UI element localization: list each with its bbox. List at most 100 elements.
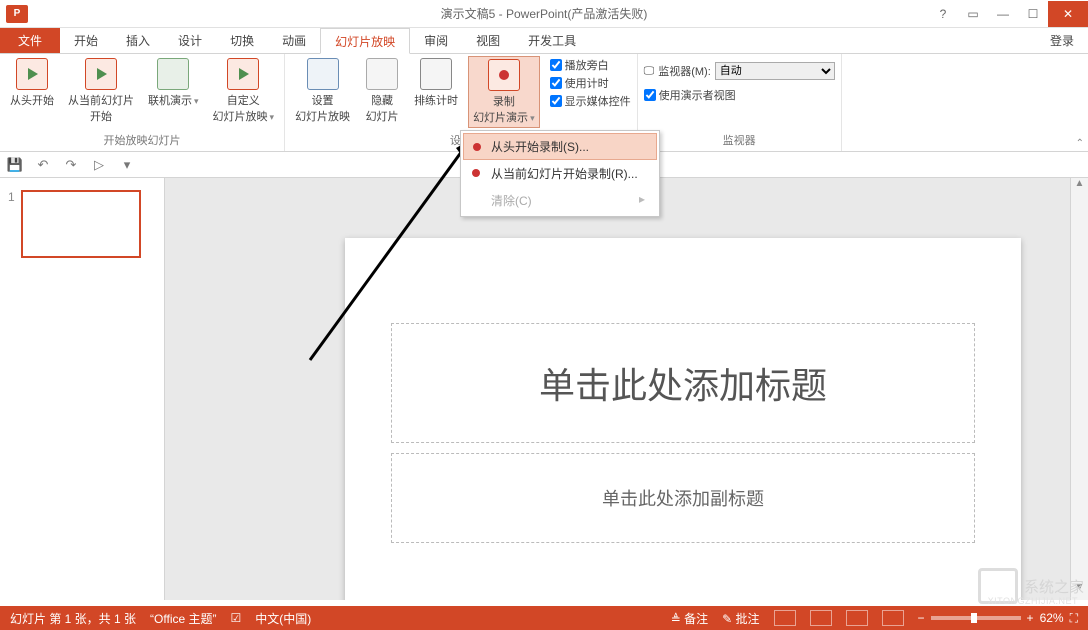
zoom-percent[interactable]: 62%	[1040, 611, 1064, 625]
vertical-scrollbar[interactable]: ▲ ▼	[1070, 178, 1088, 600]
group-label: 开始放映幻灯片	[6, 132, 278, 151]
fit-window-button[interactable]: ⛶	[1070, 611, 1078, 626]
from-current-button[interactable]: 从当前幻灯片 开始	[64, 56, 138, 126]
collapse-ribbon-button[interactable]: ⌃	[1076, 138, 1084, 149]
tab-transition[interactable]: 切换	[216, 28, 268, 53]
watermark-text: 系统之家	[1024, 576, 1084, 597]
record-icon	[469, 166, 483, 180]
qat-more-button[interactable]: ▾	[118, 156, 136, 174]
sorter-view-button[interactable]	[810, 610, 832, 626]
spellcheck-icon[interactable]: ☑	[230, 611, 241, 625]
monitor-row: 🖵 监视器(M): 自动	[644, 62, 835, 80]
undo-button[interactable]: ↶	[34, 156, 52, 174]
thumbnail-pane[interactable]: 1	[0, 178, 165, 600]
window-title: 演示文稿5 - PowerPoint(产品激活失败)	[441, 5, 648, 22]
record-slideshow-button[interactable]: 录制 幻灯片演示	[468, 56, 540, 128]
rehearse-timings-button[interactable]: 排练计时	[410, 56, 462, 110]
tab-file[interactable]: 文件	[0, 28, 60, 53]
record-dropdown-menu: 从头开始录制(S)... 从当前幻灯片开始录制(R)... 清除(C) ▸	[460, 130, 660, 217]
language-info[interactable]: 中文(中国)	[255, 610, 311, 627]
setup-slideshow-button[interactable]: 设置 幻灯片放映	[291, 56, 354, 126]
thumb-preview	[21, 190, 141, 258]
tab-review[interactable]: 审阅	[410, 28, 462, 53]
play-from-current-icon	[85, 58, 117, 90]
record-icon	[488, 59, 520, 91]
slide-canvas[interactable]: 单击此处添加标题 单击此处添加副标题	[165, 178, 1070, 600]
tab-design[interactable]: 设计	[164, 28, 216, 53]
start-show-button[interactable]: ▷	[90, 156, 108, 174]
timer-icon	[420, 58, 452, 90]
save-button[interactable]: 💾	[6, 156, 24, 174]
monitor-icon: 🖵	[644, 65, 655, 78]
play-narration-checkbox[interactable]: 播放旁白	[550, 56, 631, 74]
zoom-out-button[interactable]: −	[918, 611, 925, 625]
ribbon-group-monitor: 🖵 监视器(M): 自动 使用演示者视图 监视器	[638, 54, 842, 151]
use-presenter-view-checkbox[interactable]: 使用演示者视图	[644, 86, 736, 104]
watermark-url: XITONGZHIJIA.NET	[988, 596, 1078, 606]
monitor-label: 监视器(M):	[658, 63, 711, 79]
thumb-number: 1	[8, 190, 15, 258]
maximize-button[interactable]: ☐	[1018, 1, 1048, 27]
close-button[interactable]: ✕	[1048, 1, 1088, 27]
monitor-select[interactable]: 自动	[715, 62, 835, 80]
use-timings-checkbox[interactable]: 使用计时	[550, 74, 631, 92]
help-button[interactable]: ?	[928, 1, 958, 27]
notes-button[interactable]: ≜ 备注	[671, 610, 708, 627]
ribbon-tabs: 文件 开始 插入 设计 切换 动画 幻灯片放映 审阅 视图 开发工具 登录	[0, 28, 1088, 54]
slideshow-view-button[interactable]	[882, 610, 904, 626]
record-icon	[470, 140, 484, 154]
clear-recordings-item: 清除(C) ▸	[463, 187, 657, 214]
hide-icon	[366, 58, 398, 90]
label: 清除(C)	[491, 194, 532, 208]
show-media-controls-checkbox[interactable]: 显示媒体控件	[550, 92, 631, 110]
tab-slideshow[interactable]: 幻灯片放映	[320, 28, 410, 54]
title-placeholder[interactable]: 单击此处添加标题	[391, 323, 975, 443]
from-beginning-button[interactable]: 从头开始	[6, 56, 58, 110]
custom-show-icon	[227, 58, 259, 90]
label: 自定义 幻灯片放映	[213, 92, 275, 124]
theme-info: “Office 主题”	[150, 610, 216, 627]
slide[interactable]: 单击此处添加标题 单击此处添加副标题	[345, 238, 1021, 600]
slide-info: 幻灯片 第 1 张，共 1 张	[10, 610, 136, 627]
record-from-beginning-item[interactable]: 从头开始录制(S)...	[463, 133, 657, 160]
label: 排练计时	[414, 92, 458, 108]
label: 隐藏 幻灯片	[366, 92, 399, 124]
group-label: 监视器	[644, 132, 835, 151]
label: 从头开始录制(S)...	[491, 140, 589, 154]
comments-button[interactable]: ✎ 批注	[722, 610, 759, 627]
tab-devtools[interactable]: 开发工具	[514, 28, 590, 53]
tab-insert[interactable]: 插入	[112, 28, 164, 53]
zoom-in-button[interactable]: +	[1027, 611, 1034, 625]
tab-view[interactable]: 视图	[462, 28, 514, 53]
app-icon: P	[6, 5, 28, 23]
present-online-button[interactable]: 联机演示	[144, 56, 203, 110]
gear-icon	[307, 58, 339, 90]
globe-icon	[157, 58, 189, 90]
label: 设置 幻灯片放映	[295, 92, 350, 124]
label: 从当前幻灯片 开始	[68, 92, 134, 124]
label: 联机演示	[148, 92, 199, 108]
window-buttons: ? ▭ — ☐ ✕	[928, 1, 1088, 27]
subtitle-placeholder[interactable]: 单击此处添加副标题	[391, 453, 975, 543]
minimize-button[interactable]: —	[988, 1, 1018, 27]
redo-button[interactable]: ↷	[62, 156, 80, 174]
hide-slide-button[interactable]: 隐藏 幻灯片	[360, 56, 404, 126]
custom-slideshow-button[interactable]: 自定义 幻灯片放映	[209, 56, 279, 126]
record-from-current-item[interactable]: 从当前幻灯片开始录制(R)...	[463, 160, 657, 187]
signin-link[interactable]: 登录	[1036, 28, 1088, 53]
label: 录制 幻灯片演示	[473, 93, 535, 125]
scroll-up-icon[interactable]: ▲	[1071, 178, 1088, 196]
zoom-slider[interactable]	[931, 616, 1021, 620]
ribbon-group-start: 从头开始 从当前幻灯片 开始 联机演示 自定义 幻灯片放映 开始放映幻灯片	[0, 54, 285, 151]
thumbnail-1[interactable]: 1	[8, 190, 156, 258]
status-bar: 幻灯片 第 1 张，共 1 张 “Office 主题” ☑ 中文(中国) ≜ 备…	[0, 606, 1088, 630]
ribbon-options-button[interactable]: ▭	[958, 1, 988, 27]
reading-view-button[interactable]	[846, 610, 868, 626]
tab-home[interactable]: 开始	[60, 28, 112, 53]
main-area: 1 单击此处添加标题 单击此处添加副标题 ▲ ▼	[0, 178, 1088, 600]
checkbox-column: 播放旁白 使用计时 显示媒体控件	[546, 56, 631, 110]
normal-view-button[interactable]	[774, 610, 796, 626]
tab-animation[interactable]: 动画	[268, 28, 320, 53]
title-bar: P 演示文稿5 - PowerPoint(产品激活失败) ? ▭ — ☐ ✕	[0, 0, 1088, 28]
play-from-start-icon	[16, 58, 48, 90]
